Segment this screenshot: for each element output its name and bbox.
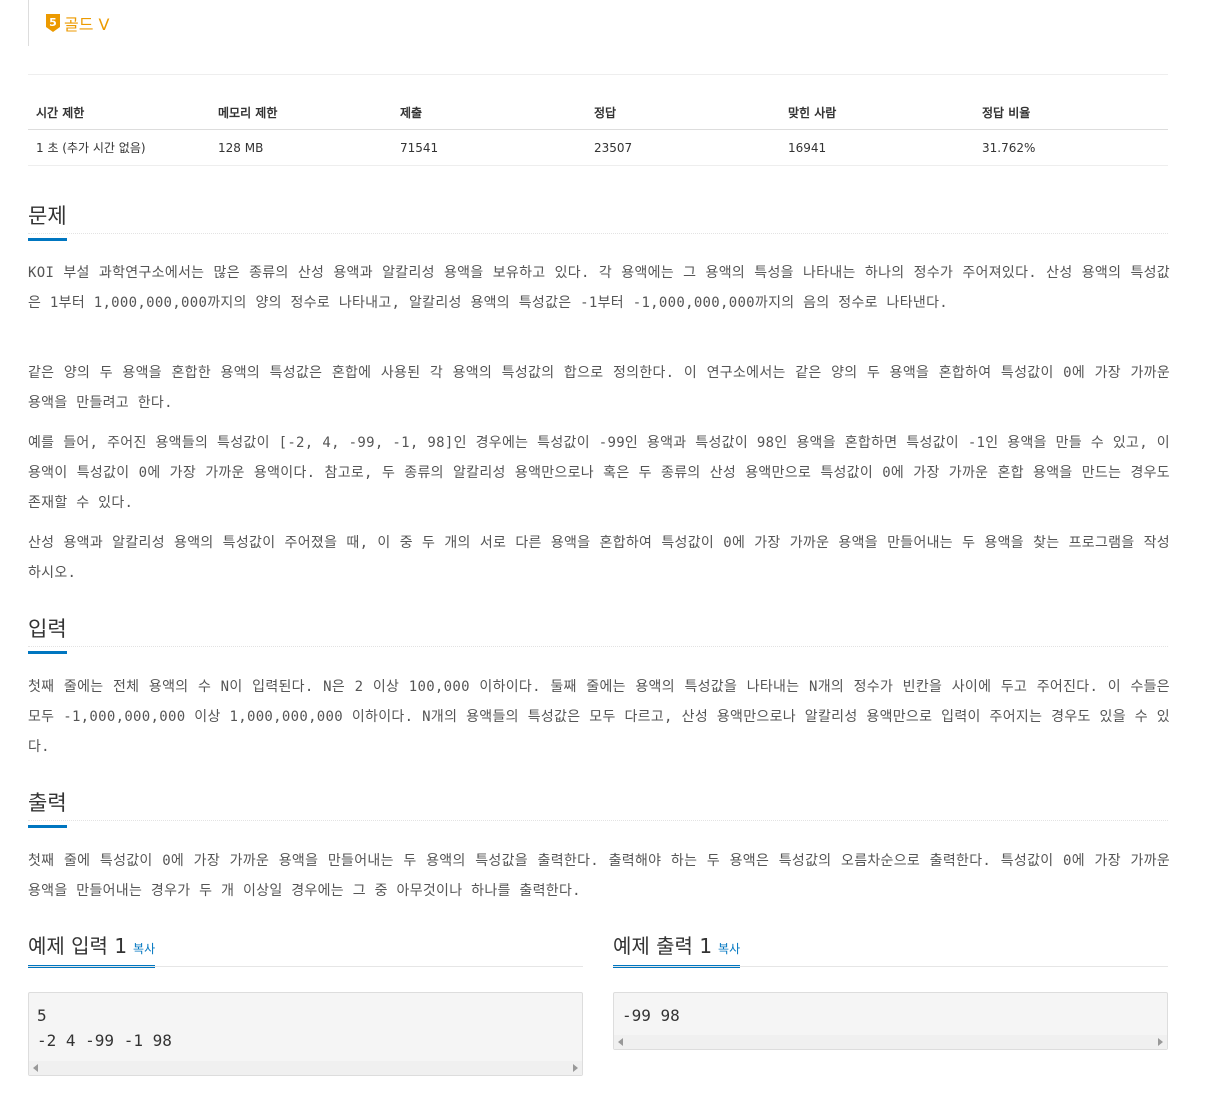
svg-text:5: 5 <box>49 16 57 29</box>
solved-users-value: 16941 <box>780 129 974 166</box>
sample-output-text[interactable]: -99 98 <box>614 993 1167 1028</box>
divider <box>28 646 1168 648</box>
header-accepted: 정답 <box>586 96 780 130</box>
header-time-limit: 시간 제한 <box>28 96 210 130</box>
time-limit-value: 1 초 (추가 시간 없음) <box>28 129 210 166</box>
tier-header: 5 골드 V <box>28 0 109 46</box>
divider <box>28 74 1168 75</box>
header-accept-ratio: 정답 비율 <box>974 96 1168 130</box>
input-paragraph: 첫째 줄에는 전체 용액의 수 N이 입력된다. N은 2 이상 100,000… <box>28 679 1170 755</box>
header-solved-users: 맞힌 사람 <box>780 96 974 130</box>
sample-input-box[interactable]: 5 -2 4 -99 -1 98 <box>28 992 583 1076</box>
sample-output-title: 예제 출력 1 복사 <box>613 930 741 968</box>
scroll-right-icon[interactable] <box>1158 1038 1163 1046</box>
divider <box>28 233 1168 235</box>
divider <box>28 966 583 967</box>
tier-name[interactable]: 골드 V <box>64 11 109 35</box>
table-row: 1 초 (추가 시간 없음) 128 MB 71541 23507 16941 … <box>28 129 1168 166</box>
scroll-right-icon[interactable] <box>573 1064 578 1072</box>
divider <box>28 820 1168 822</box>
header-memory-limit: 메모리 제한 <box>210 96 392 130</box>
problem-paragraph-1: KOI 부설 과학연구소에서는 많은 종류의 산성 용액과 알칼리성 용액을 보… <box>28 265 1170 311</box>
sample-input-text[interactable]: 5 -2 4 -99 -1 98 <box>29 993 582 1053</box>
problem-paragraph-2: 같은 양의 두 용액을 혼합한 용액의 특성값은 혼합에 사용된 각 용액의 특… <box>28 365 1170 411</box>
table-header-row: 시간 제한 메모리 제한 제출 정답 맞힌 사람 정답 비율 <box>28 96 1168 130</box>
copy-sample-input-button[interactable]: 복사 <box>133 942 155 956</box>
horizontal-scrollbar[interactable] <box>614 1035 1167 1049</box>
scroll-left-icon[interactable] <box>33 1064 38 1072</box>
sample-output-box[interactable]: -99 98 <box>613 992 1168 1050</box>
output-paragraph: 첫째 줄에 특성값이 0에 가장 가까운 용액을 만들어내는 두 용액의 특성값… <box>28 853 1170 899</box>
problem-paragraph-4: 산성 용액과 알칼리성 용액의 특성값이 주어졌을 때, 이 중 두 개의 서로… <box>28 535 1170 581</box>
accept-ratio-value: 31.762% <box>974 129 1168 166</box>
horizontal-scrollbar[interactable] <box>29 1061 582 1075</box>
accepted-value: 23507 <box>586 129 780 166</box>
sample-input-title: 예제 입력 1 복사 <box>28 930 156 968</box>
submissions-value: 71541 <box>392 129 586 166</box>
divider <box>613 966 1168 967</box>
copy-sample-output-button[interactable]: 복사 <box>718 942 740 956</box>
memory-limit-value: 128 MB <box>210 129 392 166</box>
problem-paragraph-3: 예를 들어, 주어진 용액들의 특성값이 [-2, 4, -99, -1, 98… <box>28 435 1170 511</box>
tier-badge-icon: 5 <box>45 13 61 33</box>
problem-info-table: 시간 제한 메모리 제한 제출 정답 맞힌 사람 정답 비율 1 초 (추가 시… <box>28 96 1168 166</box>
scroll-left-icon[interactable] <box>618 1038 623 1046</box>
header-submissions: 제출 <box>392 96 586 130</box>
